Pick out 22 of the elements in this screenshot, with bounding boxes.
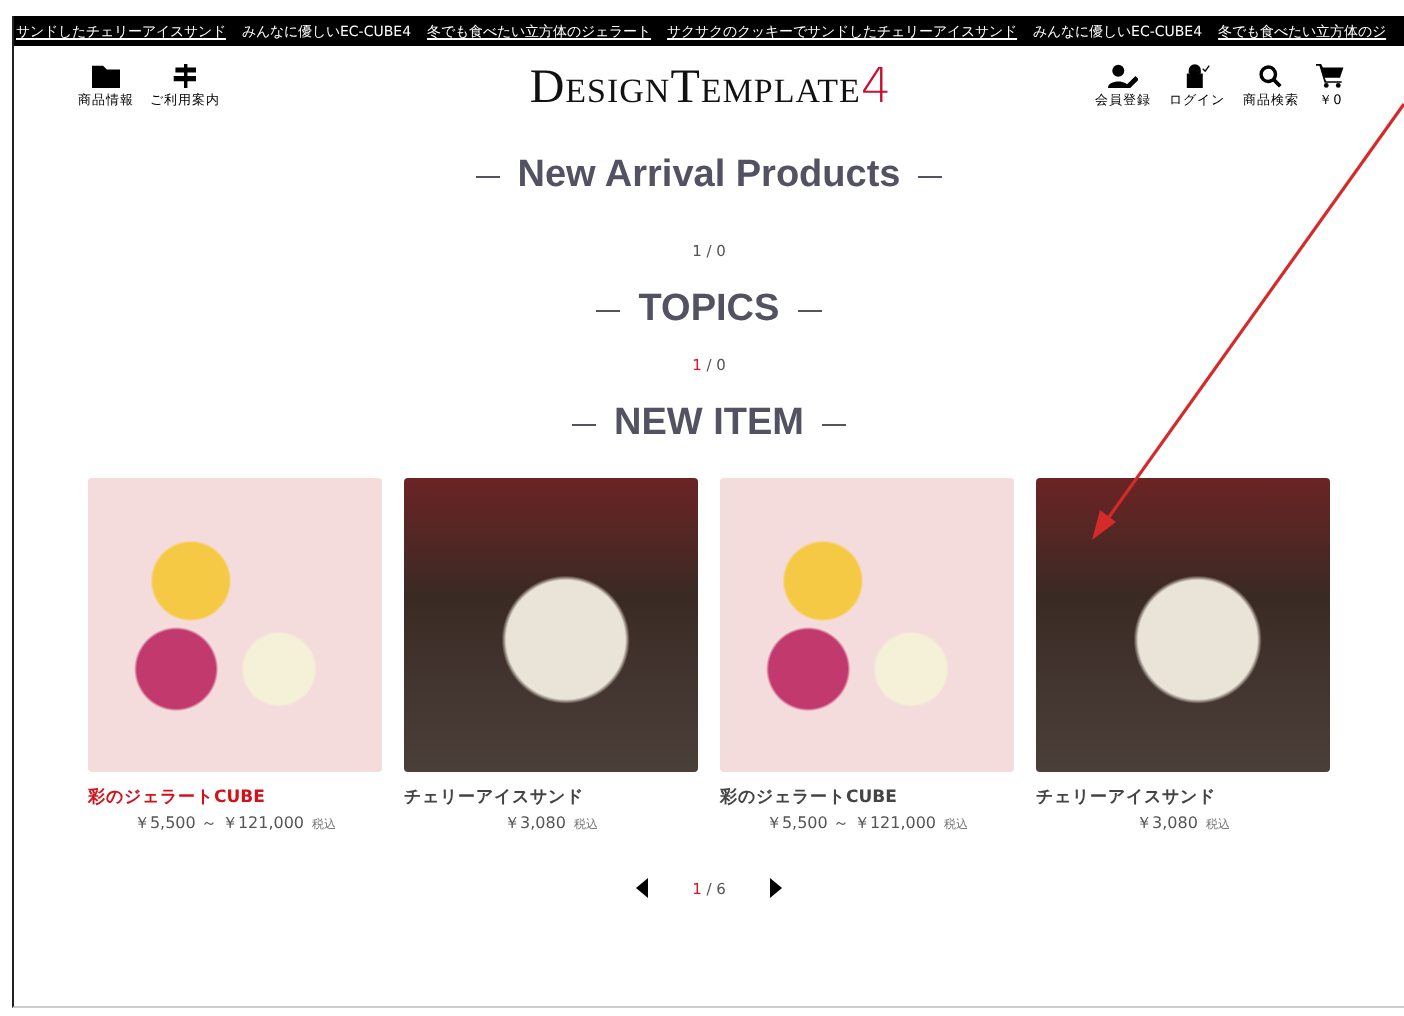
product-name[interactable]: 彩のジェラートCUBE [88, 786, 382, 810]
product-price: ￥5,500 ～ ￥121,000 [133, 812, 305, 834]
signpost-icon [171, 63, 199, 87]
photo-placeholder[interactable] [1036, 478, 1330, 772]
product-price: ￥3,080 [1136, 812, 1198, 834]
site-logo[interactable]: DesignTemplate4 [529, 57, 893, 115]
product-price: ￥3,080 [504, 812, 566, 834]
section-heading: NEW ITEM [614, 402, 804, 446]
search-icon [1258, 63, 1283, 87]
user-edit-icon [1107, 63, 1138, 87]
next-arrow-icon[interactable] [769, 878, 782, 898]
previous-arrow-icon[interactable] [636, 878, 649, 898]
lock-icon [1182, 63, 1211, 87]
product-name[interactable]: 彩のジェラートCUBE [720, 786, 1014, 810]
section-heading: TOPICS [638, 288, 780, 332]
product-name[interactable]: チェリーアイスサンド [404, 786, 698, 810]
cart-icon [1316, 63, 1344, 87]
photo-placeholder[interactable] [404, 478, 698, 772]
folder-icon [91, 63, 121, 87]
section-heading: New Arrival Products [517, 154, 901, 198]
product-name[interactable]: チェリーアイスサンド [1036, 786, 1330, 810]
product-price: ￥5,500 ～ ￥121,000 [765, 812, 937, 834]
